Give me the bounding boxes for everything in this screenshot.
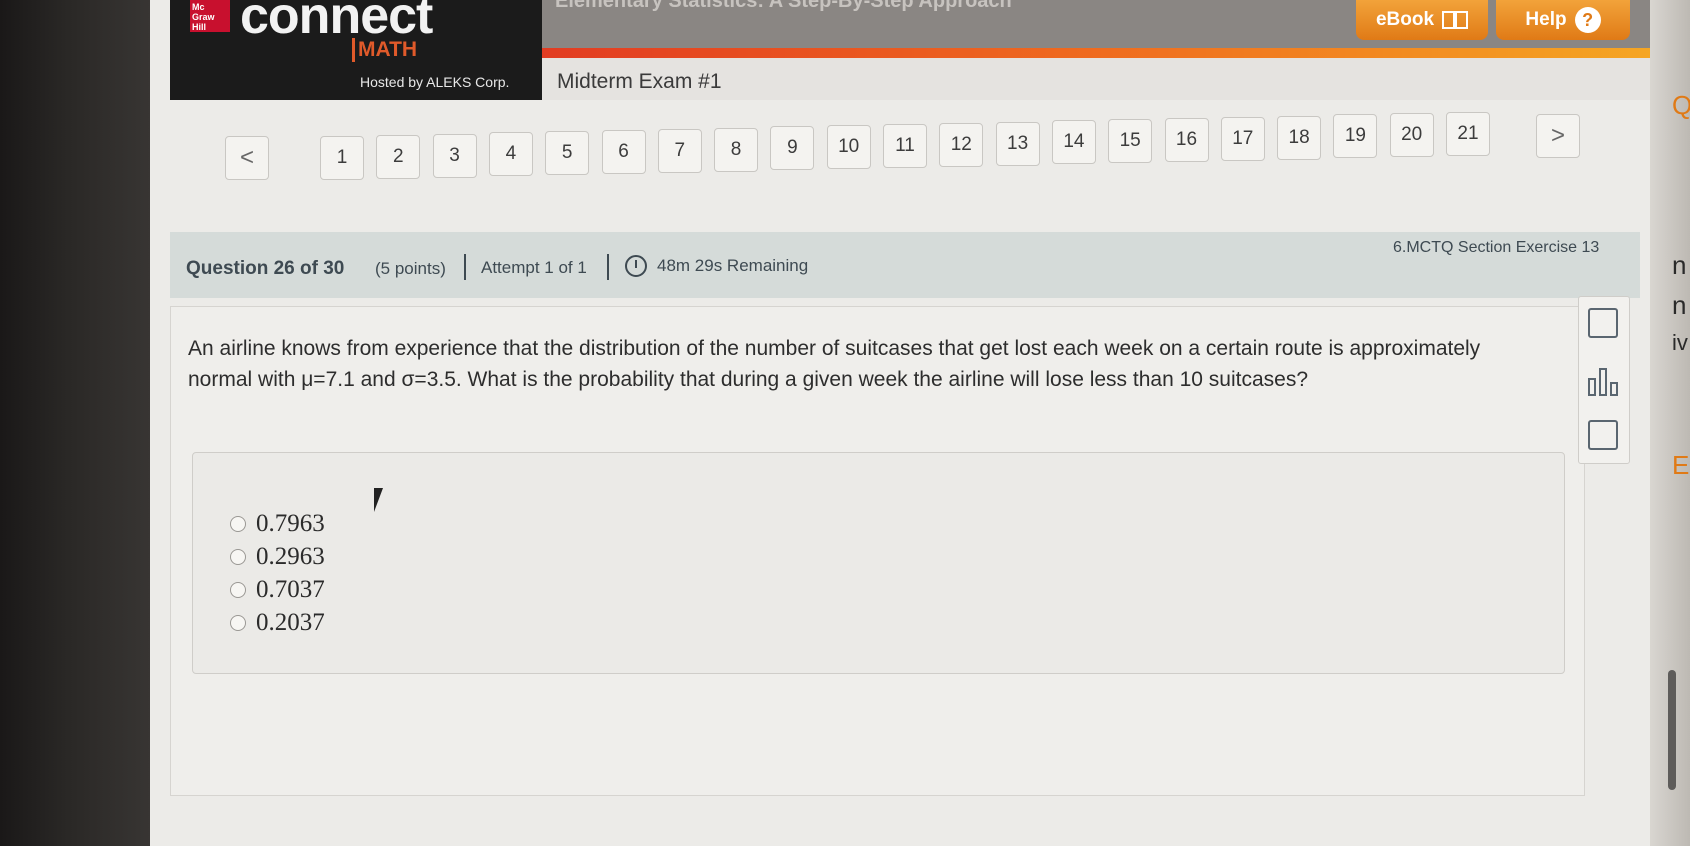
stopwatch-icon (625, 255, 647, 277)
mcgraw-hill-logo: Mc Graw Hill (190, 0, 230, 32)
question-text: An airline knows from experience that th… (188, 337, 1481, 391)
scrollbar[interactable] (1668, 670, 1676, 790)
question-nav-button[interactable]: 7 (657, 128, 702, 173)
question-nav-button[interactable]: 4 (488, 132, 533, 177)
question-nav-button[interactable]: 21 (1446, 112, 1490, 156)
answer-option-label: 0.2037 (256, 609, 325, 636)
book-icon (1442, 11, 1469, 29)
question-nav-button[interactable]: 2 (376, 134, 421, 179)
math-label: MATH (352, 38, 417, 62)
edge-text: E (1672, 450, 1690, 480)
bar-mark (1610, 382, 1618, 396)
monitor-bezel-left (0, 0, 170, 846)
bar-mark (1599, 368, 1607, 396)
question-nav-button[interactable]: 5 (545, 131, 590, 176)
section-exercise-label: 6.MCTQ Section Exercise 13 (1393, 239, 1600, 256)
next-question-button[interactable]: > (1536, 114, 1580, 158)
radio-button[interactable] (230, 549, 246, 565)
help-button[interactable]: Help ? (1496, 0, 1630, 40)
question-nav-button[interactable]: 8 (714, 127, 759, 172)
question-nav-button[interactable]: 19 (1333, 114, 1378, 159)
question-nav-button[interactable]: 10 (826, 125, 871, 170)
chevron-left-icon: < (239, 144, 254, 171)
question-nav-button[interactable]: 9 (770, 126, 815, 171)
ebook-button[interactable]: eBook (1356, 0, 1488, 40)
question-nav-button[interactable]: 3 (432, 133, 477, 178)
answer-choices-box (192, 452, 1565, 674)
question-nav-button[interactable]: 11 (883, 124, 927, 168)
question-counter: Question 26 of 30 (186, 258, 345, 279)
mouse-cursor-icon (374, 488, 383, 512)
exam-title: Midterm Exam #1 (557, 70, 722, 93)
help-icon: ? (1574, 7, 1601, 33)
edge-text: iv (1672, 330, 1688, 355)
header-accent-bar (542, 48, 1652, 58)
edge-text: Q (1672, 90, 1690, 120)
book-title: Elementary Statistics: A Step-By-Step Ap… (555, 0, 1012, 12)
divider (464, 254, 466, 280)
answer-option-label: 0.7037 (256, 576, 325, 603)
question-nav-button[interactable]: 15 (1108, 119, 1153, 164)
time-remaining: 48m 29s Remaining (657, 256, 809, 275)
ebook-label: eBook (1375, 9, 1435, 30)
radio-button[interactable] (230, 615, 246, 631)
help-label: Help (1525, 9, 1567, 30)
prev-question-button[interactable]: < (225, 136, 269, 180)
question-nav-button[interactable]: 16 (1164, 118, 1209, 162)
edge-text: n (1672, 290, 1687, 320)
edge-text: n (1672, 250, 1687, 280)
data-chart-icon[interactable] (1588, 366, 1618, 396)
question-nav-button[interactable]: 18 (1277, 115, 1322, 160)
bar-mark (1588, 378, 1596, 396)
question-nav-button[interactable]: 20 (1389, 113, 1434, 158)
formula-sheet-icon[interactable] (1588, 420, 1618, 450)
divider (607, 254, 609, 280)
answer-option[interactable]: 0.2037 (230, 609, 325, 637)
question-nav-button[interactable]: 6 (601, 130, 646, 174)
radio-button[interactable] (230, 582, 246, 598)
question-nav-button[interactable]: 17 (1220, 116, 1265, 161)
question-nav-button[interactable]: 14 (1051, 120, 1096, 165)
question-nav-button[interactable]: 13 (995, 121, 1040, 166)
answer-option-label: 0.7963 (256, 510, 325, 537)
question-points: (5 points) (375, 259, 446, 278)
attempt-counter: Attempt 1 of 1 (481, 258, 587, 277)
question-nav-button[interactable]: 12 (939, 122, 984, 167)
calculator-icon[interactable] (1588, 308, 1618, 338)
answer-option[interactable]: 0.2963 (230, 543, 325, 571)
answer-option-label: 0.2963 (256, 543, 325, 570)
question-nav-button[interactable]: 1 (320, 136, 364, 180)
answer-option[interactable]: 0.7963 (230, 510, 325, 538)
radio-button[interactable] (230, 516, 246, 532)
answer-option[interactable]: 0.7037 (230, 576, 325, 604)
chevron-right-icon: > (1550, 122, 1565, 149)
hosted-by-label: Hosted by ALEKS Corp. (360, 74, 510, 90)
